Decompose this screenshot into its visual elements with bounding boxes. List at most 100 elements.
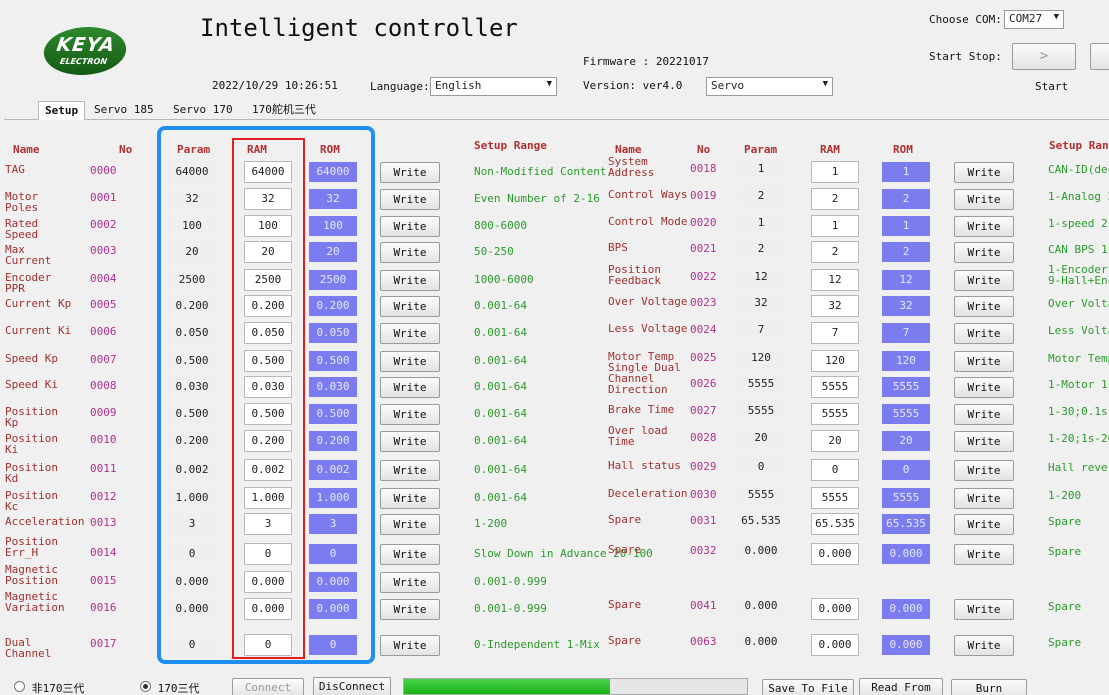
- write-button-right[interactable]: Write: [954, 242, 1014, 263]
- write-button[interactable]: Write: [380, 544, 440, 565]
- ram-input-right[interactable]: 2: [811, 188, 859, 210]
- write-button[interactable]: Write: [380, 162, 440, 183]
- col-header-ram-right: RAM: [820, 143, 840, 156]
- write-button-right[interactable]: Write: [954, 635, 1014, 656]
- ram-input-right[interactable]: 1: [811, 161, 859, 183]
- com-select[interactable]: COM27 ▼: [1004, 10, 1064, 29]
- ram-input-right[interactable]: 12: [811, 269, 859, 291]
- ram-input-right[interactable]: 0: [811, 459, 859, 481]
- write-button-right[interactable]: Write: [954, 270, 1014, 291]
- param-no: 0005: [90, 298, 117, 311]
- ram-input-right[interactable]: 1: [811, 215, 859, 237]
- setup-range-right: Hall rever: [1048, 462, 1109, 473]
- ram-input-right[interactable]: 2: [811, 241, 859, 263]
- write-button-right[interactable]: Write: [954, 216, 1014, 237]
- version-select[interactable]: Servo ▼: [706, 77, 833, 96]
- write-button-right[interactable]: Write: [954, 189, 1014, 210]
- burn-button[interactable]: Burn: [951, 679, 1027, 695]
- ram-input-right[interactable]: 0.000: [811, 634, 859, 656]
- write-button-right[interactable]: Write: [954, 404, 1014, 425]
- ram-input-right[interactable]: 5555: [811, 376, 859, 398]
- ram-input-right[interactable]: 5555: [811, 487, 859, 509]
- radio-non-170-gen3[interactable]: 非170三代: [14, 680, 85, 695]
- progress-fill: [404, 679, 610, 694]
- write-button-right[interactable]: Write: [954, 431, 1014, 452]
- ram-input-right[interactable]: 65.535: [811, 513, 859, 535]
- language-label: Language:: [370, 80, 430, 93]
- col-header-setup-range: Setup Range: [474, 139, 547, 152]
- write-button-right[interactable]: Write: [954, 544, 1014, 565]
- param-no-right: 0026: [690, 377, 717, 390]
- ram-input-right[interactable]: 32: [811, 295, 859, 317]
- rom-value-right: 32: [882, 296, 930, 316]
- stop-button[interactable]: [1090, 43, 1109, 70]
- write-button[interactable]: Write: [380, 514, 440, 535]
- param-no-right: 0023: [690, 296, 717, 309]
- param-name-right: Over load Time: [608, 424, 668, 448]
- tab-setup[interactable]: Setup: [38, 101, 86, 120]
- ram-input-right[interactable]: 7: [811, 322, 859, 344]
- write-button[interactable]: Write: [380, 635, 440, 656]
- ram-input-right[interactable]: 20: [811, 430, 859, 452]
- tab-servo-170[interactable]: Servo 170: [167, 101, 239, 120]
- setup-range: 0.001-0.999: [474, 602, 547, 615]
- setup-range: 1000-6000: [474, 273, 534, 286]
- write-button[interactable]: Write: [380, 242, 440, 263]
- write-button-right[interactable]: Write: [954, 599, 1014, 620]
- write-button-right[interactable]: Write: [954, 514, 1014, 535]
- write-button[interactable]: Write: [380, 572, 440, 593]
- param-value-right: 120: [737, 347, 785, 369]
- write-button[interactable]: Write: [380, 488, 440, 509]
- write-button-right[interactable]: Write: [954, 296, 1014, 317]
- param-no: 0003: [90, 244, 117, 257]
- param-no-right: 0022: [690, 270, 717, 283]
- write-button-right[interactable]: Write: [954, 351, 1014, 372]
- param-value-right: 32: [737, 292, 785, 314]
- write-button[interactable]: Write: [380, 351, 440, 372]
- start-button[interactable]: >: [1012, 43, 1076, 70]
- language-value: English: [435, 79, 482, 92]
- write-button[interactable]: Write: [380, 296, 440, 317]
- setup-range-right: 1-speed 2-: [1048, 218, 1109, 229]
- param-no: 0001: [90, 191, 117, 204]
- setup-range: 0.001-64: [474, 299, 527, 312]
- param-no-right: 0027: [690, 404, 717, 417]
- write-button-right[interactable]: Write: [954, 488, 1014, 509]
- write-button[interactable]: Write: [380, 323, 440, 344]
- write-button-right[interactable]: Write: [954, 460, 1014, 481]
- param-name: Acceleration: [5, 515, 85, 528]
- param-name: Current Ki: [5, 324, 72, 337]
- language-select[interactable]: English ▼: [430, 77, 557, 96]
- write-button-right[interactable]: Write: [954, 323, 1014, 344]
- write-button[interactable]: Write: [380, 431, 440, 452]
- rom-value-right: 2: [882, 189, 930, 209]
- ram-input-right[interactable]: 5555: [811, 403, 859, 425]
- tab-bar: Setup Servo 185 Servo 170 170舵机三代: [4, 101, 1109, 120]
- write-button[interactable]: Write: [380, 216, 440, 237]
- read-from-button[interactable]: Read From: [859, 678, 943, 695]
- write-button[interactable]: Write: [380, 460, 440, 481]
- write-button-right[interactable]: Write: [954, 162, 1014, 183]
- write-button[interactable]: Write: [380, 599, 440, 620]
- save-to-file-button[interactable]: Save To File: [762, 679, 854, 695]
- setup-range: 0.001-64: [474, 463, 527, 476]
- ram-input-right[interactable]: 120: [811, 350, 859, 372]
- write-button[interactable]: Write: [380, 377, 440, 398]
- radio-icon: [14, 681, 25, 692]
- ram-input-right[interactable]: 0.000: [811, 598, 859, 620]
- param-name-right: Spare: [608, 634, 642, 647]
- write-button-right[interactable]: Write: [954, 377, 1014, 398]
- write-button[interactable]: Write: [380, 189, 440, 210]
- connect-button[interactable]: Connect: [232, 678, 304, 695]
- rom-value-right: 1: [882, 162, 930, 182]
- ram-input-right[interactable]: 0.000: [811, 543, 859, 565]
- radio-170-gen3[interactable]: 170三代: [140, 680, 200, 695]
- disconnect-button[interactable]: DisConnect: [313, 677, 391, 695]
- param-value-right: 12: [737, 266, 785, 288]
- write-button[interactable]: Write: [380, 404, 440, 425]
- tab-170-gen3[interactable]: 170舵机三代: [246, 101, 322, 120]
- write-button[interactable]: Write: [380, 270, 440, 291]
- tab-servo-185[interactable]: Servo 185: [88, 101, 160, 120]
- param-no: 0009: [90, 406, 117, 419]
- param-name-right: Brake Time: [608, 403, 675, 416]
